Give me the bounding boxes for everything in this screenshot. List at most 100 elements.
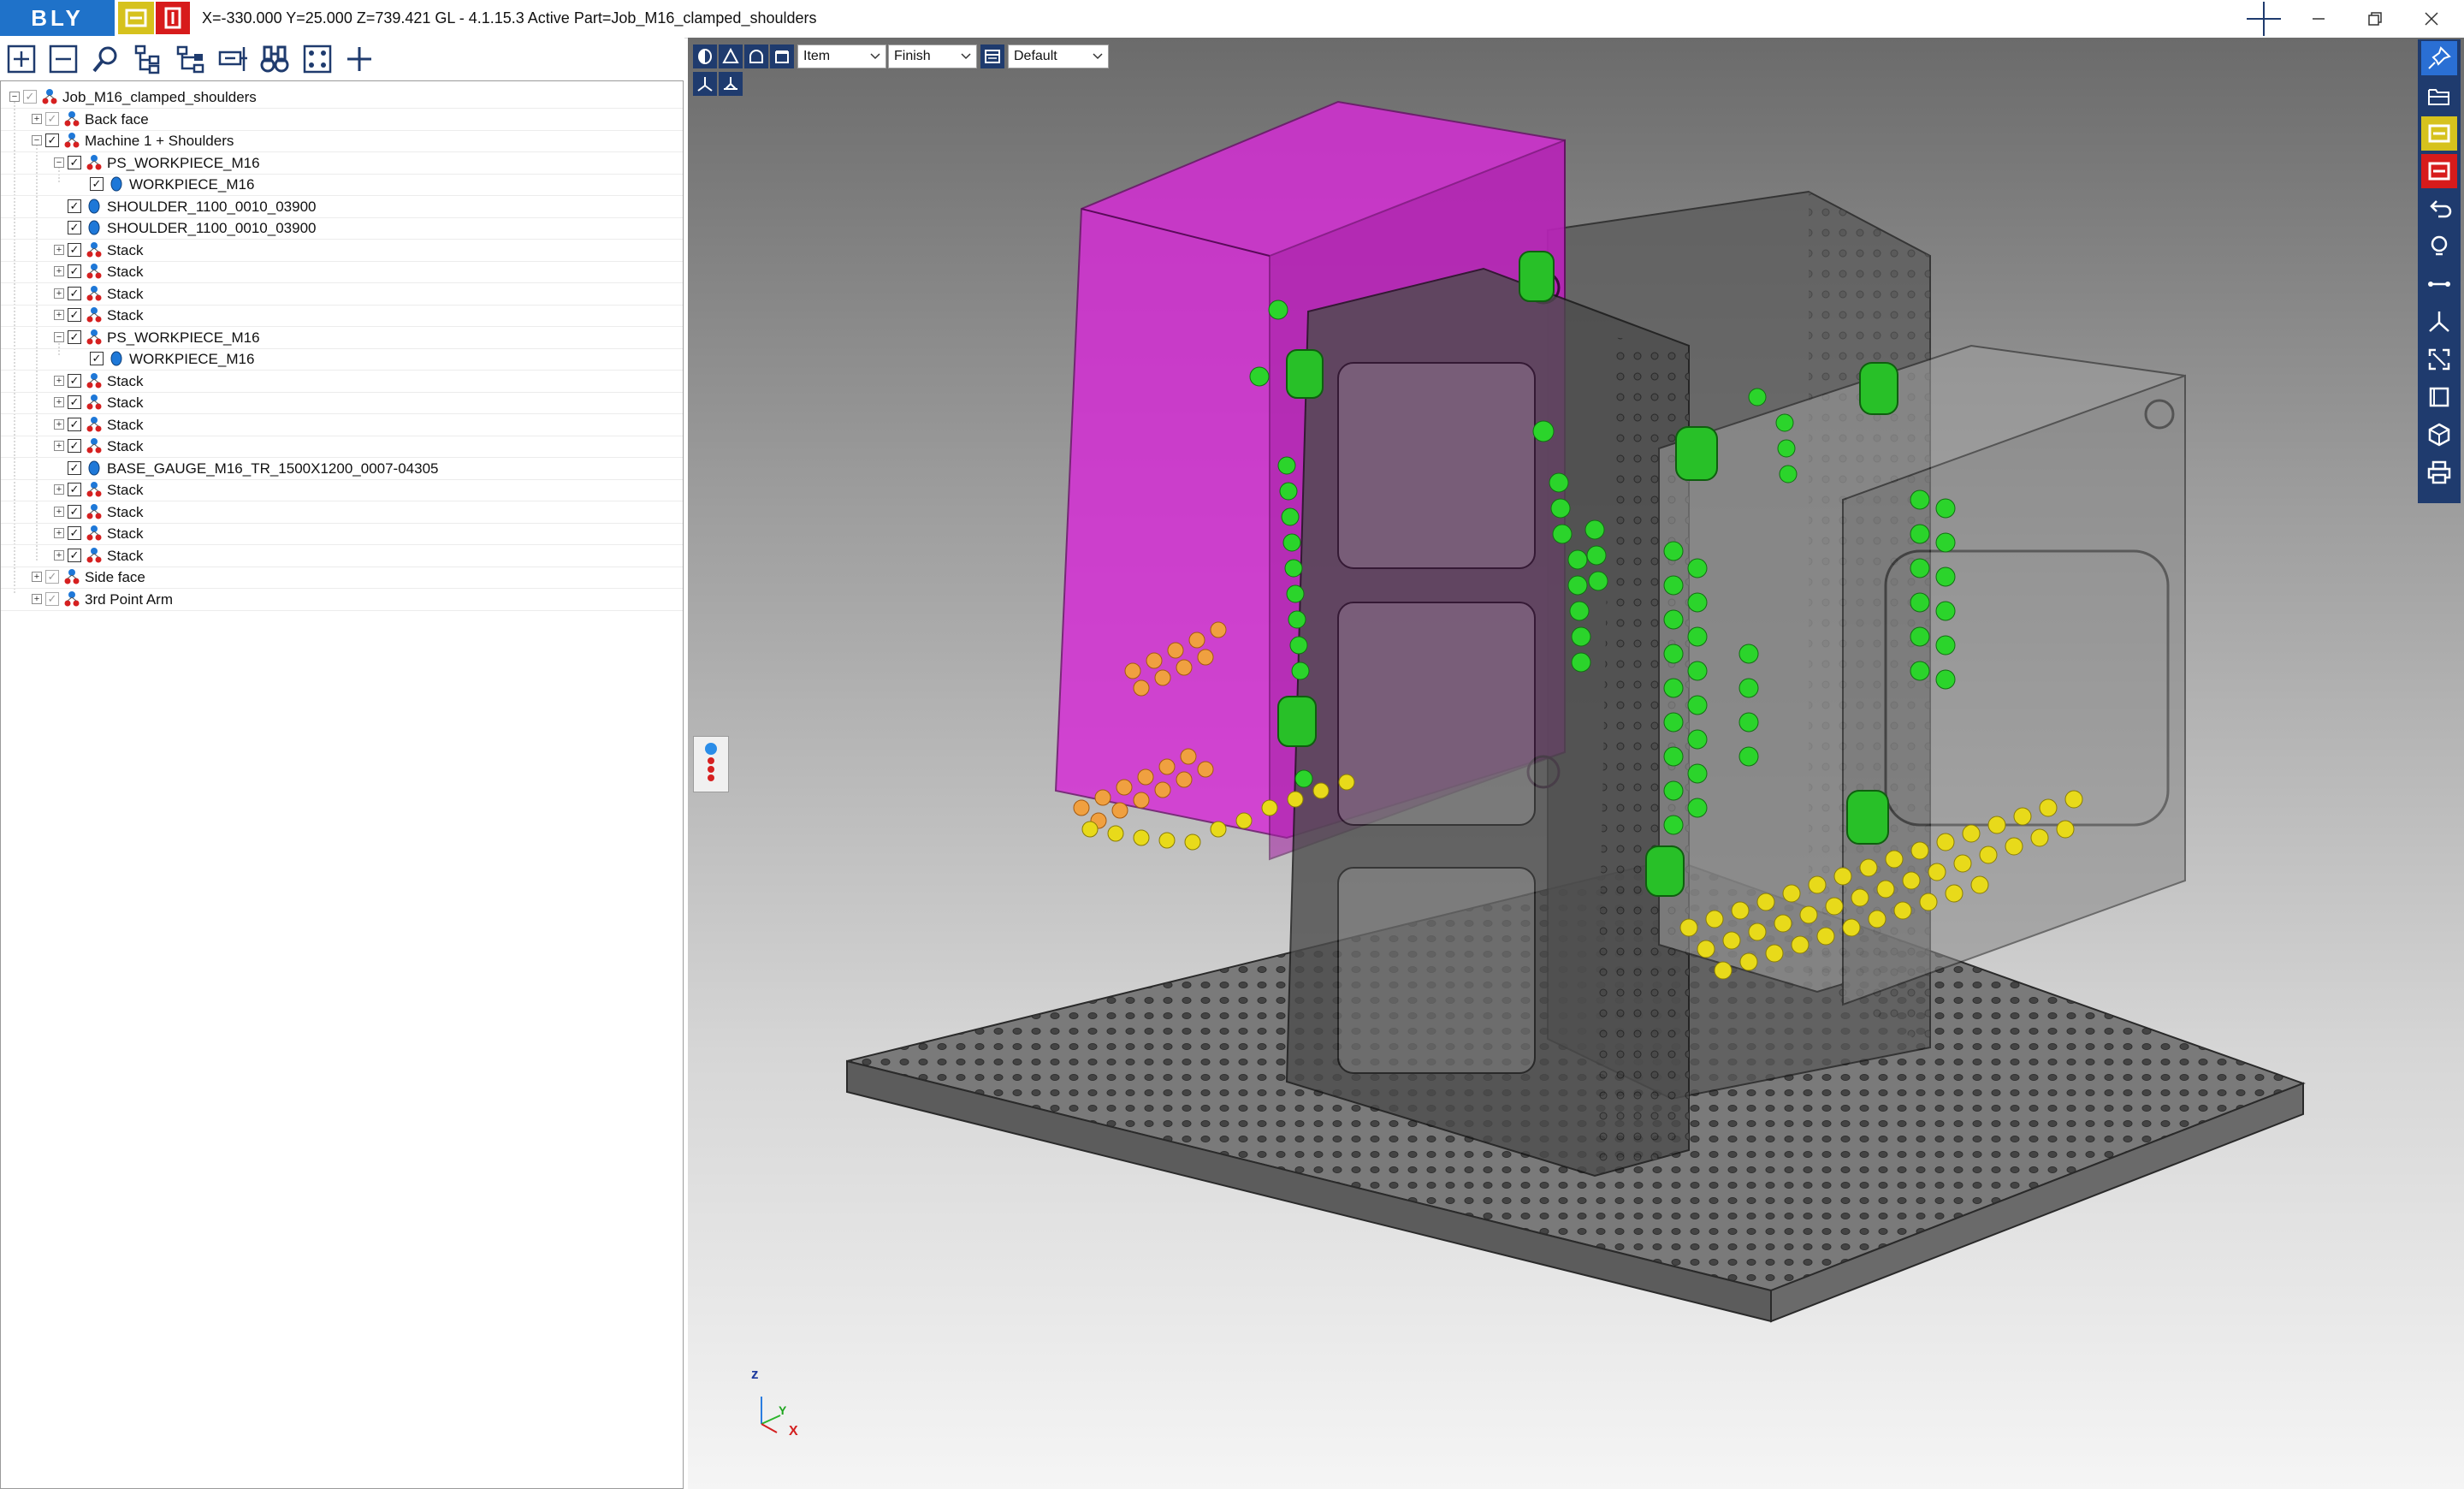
open-folder-button[interactable] [2421,79,2457,113]
visibility-checkbox[interactable]: ✓ [68,264,81,278]
tree-row[interactable]: + ✓ Stack [1,545,683,567]
expand-toggle-icon[interactable]: + [54,418,64,430]
yellow-mode-button[interactable] [118,2,154,34]
expand-all-button[interactable] [3,41,39,77]
visibility-checkbox[interactable]: ✓ [23,90,37,104]
tree-row[interactable]: + ✓ Back face [1,109,683,131]
expand-toggle-icon[interactable]: + [54,244,64,255]
wireframe-button[interactable] [719,44,743,68]
close-button[interactable] [2408,3,2455,34]
solid-shading-button[interactable] [693,44,717,68]
item-select[interactable]: Item [797,44,886,68]
expand-toggle-icon[interactable]: + [54,266,64,276]
hierarchy-button[interactable] [173,41,209,77]
minimize-button[interactable] [2295,3,2343,34]
visibility-checkbox[interactable]: ✓ [68,308,81,322]
tree-row[interactable]: − ✓ PS_WORKPIECE_M16 [1,152,683,175]
visibility-checkbox[interactable]: ✓ [68,373,81,388]
tree-structure-button[interactable] [130,41,166,77]
red-mode-button[interactable] [156,2,190,34]
expand-toggle-icon[interactable]: + [54,397,64,407]
tree-row[interactable]: + ✓ Stack [1,261,683,283]
binoculars-button[interactable] [257,41,293,77]
tree-row[interactable]: + ✓ Stack [1,436,683,458]
tree-row[interactable]: + ✓ Stack [1,392,683,414]
transparent-button[interactable] [770,44,794,68]
expand-toggle-icon[interactable]: + [54,484,64,495]
tree-row[interactable]: + ✓ Stack [1,305,683,327]
expand-toggle-icon[interactable]: + [54,528,64,538]
visibility-checkbox[interactable]: ✓ [68,439,81,453]
tree-row[interactable]: − ✓ Job_M16_clamped_shoulders [1,86,683,109]
expand-toggle-icon[interactable]: + [54,441,64,451]
dimension-button[interactable] [215,41,251,77]
visibility-checkbox[interactable]: ✓ [68,483,81,496]
tree-row[interactable]: + ✓ Side face [1,567,683,589]
visibility-checkbox[interactable]: ✓ [68,199,81,213]
layer-stack-widget[interactable] [693,736,729,792]
axis-button[interactable] [2421,305,2457,339]
pin-button[interactable] [2421,41,2457,75]
view-iso-button[interactable] [693,72,717,96]
visibility-checkbox[interactable]: ✓ [90,177,104,191]
tree-row[interactable]: + ✓ Stack [1,501,683,524]
visibility-checkbox[interactable]: ✓ [45,591,59,606]
cube-button[interactable] [2421,418,2457,452]
tree-row[interactable]: + ✓ Stack [1,240,683,262]
visibility-checkbox[interactable]: ✓ [45,570,59,584]
expand-toggle-icon[interactable]: + [32,113,42,124]
red-badge-button[interactable] [2421,154,2457,188]
yellow-badge-button[interactable] [2421,116,2457,151]
tree-row[interactable]: ✓ SHOULDER_1100_0010_03900 [1,196,683,218]
add-button[interactable] [341,41,377,77]
collapse-all-button[interactable] [45,41,81,77]
tree-row[interactable]: ✓ WORKPIECE_M16 [1,348,683,371]
tree-row[interactable]: + ✓ Stack [1,523,683,545]
finish-select[interactable]: Finish [888,44,977,68]
tree-row[interactable]: + ✓ Stack [1,479,683,501]
tree-row[interactable]: ✓ SHOULDER_1100_0010_03900 [1,217,683,240]
hidden-line-button[interactable] [744,44,768,68]
measure-button[interactable] [2421,267,2457,301]
visibility-checkbox[interactable]: ✓ [45,133,59,147]
visibility-checkbox[interactable]: ✓ [68,242,81,257]
tree-row[interactable]: − ✓ PS_WORKPIECE_M16 [1,327,683,349]
visibility-checkbox[interactable]: ✓ [68,221,81,234]
visibility-checkbox[interactable]: ✓ [68,329,81,344]
3d-viewport[interactable]: Item Finish Default z Y X [688,38,2464,1489]
restore-button[interactable] [2351,3,2399,34]
select-frame-button[interactable] [299,41,335,77]
tree-row[interactable]: + ✓ Stack [1,283,683,306]
layer-button[interactable] [980,44,1004,68]
search-button[interactable] [88,41,124,77]
default-select[interactable]: Default [1008,44,1109,68]
visibility-checkbox[interactable]: ✓ [68,286,81,300]
collapse-toggle-icon[interactable]: − [9,92,20,102]
lightbulb-button[interactable] [2421,229,2457,264]
visibility-checkbox[interactable]: ✓ [68,155,81,169]
tree-row[interactable]: + ✓ 3rd Point Arm [1,589,683,611]
visibility-checkbox[interactable]: ✓ [68,526,81,540]
visibility-checkbox[interactable]: ✓ [68,548,81,562]
expand-toggle-icon[interactable]: + [32,572,42,582]
fit-view-button[interactable] [2421,342,2457,377]
visibility-checkbox[interactable]: ✓ [68,504,81,519]
expand-toggle-icon[interactable]: + [54,506,64,517]
collapse-toggle-icon[interactable]: − [54,157,64,168]
tree-row[interactable]: − ✓ Machine 1 + Shoulders [1,130,683,152]
collapse-toggle-icon[interactable]: − [54,331,64,342]
undo-button[interactable] [2421,192,2457,226]
expand-toggle-icon[interactable]: + [54,288,64,299]
tree-row[interactable]: + ✓ Stack [1,414,683,436]
visibility-checkbox[interactable]: ✓ [68,395,81,409]
visibility-checkbox[interactable]: ✓ [90,352,104,365]
expand-toggle-icon[interactable]: + [54,375,64,386]
tree-row[interactable]: ✓ BASE_GAUGE_M16_TR_1500X1200_0007-04305 [1,458,683,480]
print-button[interactable] [2421,455,2457,489]
expand-toggle-icon[interactable]: + [32,593,42,604]
tree-row[interactable]: + ✓ Stack [1,371,683,393]
expand-toggle-icon[interactable]: + [54,549,64,561]
frame-button[interactable] [2421,380,2457,414]
collapse-toggle-icon[interactable]: − [32,135,42,145]
tree-row[interactable]: ✓ WORKPIECE_M16 [1,174,683,196]
